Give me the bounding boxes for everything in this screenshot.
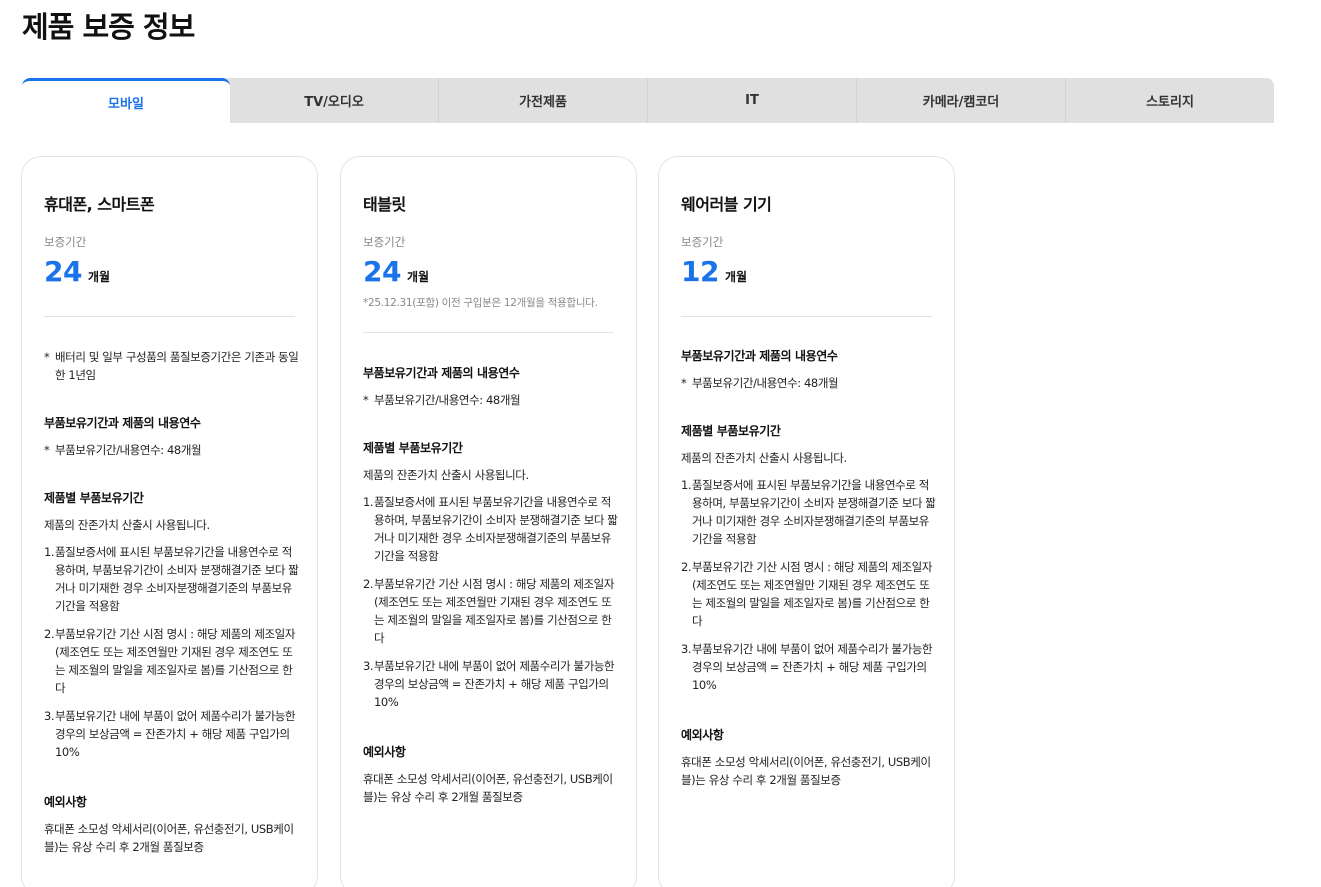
period-unit: 개월 (87, 270, 111, 284)
list-item: 1. 품질보증서에 표시된 부품보유기간을 내용연수로 적용하며, 부품보유기간이… (363, 495, 618, 563)
exception-title: 예외사항 (681, 728, 724, 742)
warranty-card-wearable: 웨어러블 기기 보증기간 12 개월 부품보유기간과 제품의 내용연수 부품보유… (658, 156, 955, 887)
period-value: 12 (681, 255, 719, 288)
tab-storage[interactable]: 스토리지 (1066, 78, 1274, 123)
rules-list: 1. 품질보증서에 표시된 부품보유기간을 내용연수로 적용하며, 부품보유기간이… (363, 493, 618, 711)
divider (681, 316, 932, 317)
residual-section-title: 제품별 부품보유기간 (363, 441, 463, 455)
card-body: 부품보유기간과 제품의 내용연수 부품보유기간/내용연수: 48개월 제품별 부… (363, 364, 618, 806)
list-item: 1. 품질보증서에 표시된 부품보유기간을 내용연수로 적용하며, 부품보유기간이… (44, 545, 299, 613)
divider (363, 332, 614, 333)
card-body: 부품보유기간과 제품의 내용연수 부품보유기간/내용연수: 48개월 제품별 부… (681, 347, 936, 789)
tab-mobile[interactable]: 모바일 (22, 78, 230, 123)
residual-desc: 제품의 잔존가치 산출시 사용됩니다. (44, 518, 210, 532)
period-unit: 개월 (724, 270, 748, 284)
page-title: 제품 보증 정보 (22, 10, 195, 44)
battery-note: 배터리 및 일부 구성품의 품질보증기간은 기존과 동일한 1년임 (44, 348, 299, 384)
exception-title: 예외사항 (363, 745, 406, 759)
warranty-period: 24 개월 (363, 255, 429, 288)
card-title: 휴대폰, 스마트폰 (44, 195, 155, 214)
period-label: 보증기간 (363, 235, 406, 249)
warranty-card-smartphone: 휴대폰, 스마트폰 보증기간 24 개월 배터리 및 일부 구성품의 품질보증기… (21, 156, 318, 887)
rules-list: 1. 품질보증서에 표시된 부품보유기간을 내용연수로 적용하며, 부품보유기간이… (681, 476, 936, 694)
parts-item: 부품보유기간/내용연수: 48개월 (44, 441, 299, 459)
exception-text: 휴대폰 소모성 악세서리(이어폰, 유선충전기, USB케이블)는 유상 수리 … (44, 822, 294, 854)
period-label: 보증기간 (44, 235, 87, 249)
list-item: 2. 부품보유기간 기산 시점 명시 : 해당 제품의 제조일자(제조연도 또는 … (44, 627, 296, 695)
list-item: 3. 부품보유기간 내에 부품이 없어 제품수리가 불가능한 경우의 보상금액 =… (681, 642, 933, 692)
exception-text: 휴대폰 소모성 악세서리(이어폰, 유선충전기, USB케이블)는 유상 수리 … (363, 772, 613, 804)
list-item: 3. 부품보유기간 내에 부품이 없어 제품수리가 불가능한 경우의 보상금액 =… (363, 659, 615, 709)
tab-tv-audio[interactable]: TV/오디오 (230, 78, 439, 123)
period-note: *25.12.31(포함) 이전 구입분은 12개월을 적용합니다. (363, 297, 598, 309)
tab-appliances[interactable]: 가전제품 (439, 78, 648, 123)
card-body: 배터리 및 일부 구성품의 품질보증기간은 기존과 동일한 1년임 부품보유기간… (44, 348, 299, 856)
rules-list: 1. 품질보증서에 표시된 부품보유기간을 내용연수로 적용하며, 부품보유기간이… (44, 543, 299, 761)
parts-section-title: 부품보유기간과 제품의 내용연수 (363, 366, 520, 380)
list-item: 1. 품질보증서에 표시된 부품보유기간을 내용연수로 적용하며, 부품보유기간이… (681, 478, 936, 546)
residual-desc: 제품의 잔존가치 산출시 사용됩니다. (363, 468, 529, 482)
exception-text: 휴대폰 소모성 악세서리(이어폰, 유선충전기, USB케이블)는 유상 수리 … (681, 755, 931, 787)
parts-section-title: 부품보유기간과 제품의 내용연수 (681, 349, 838, 363)
warranty-period: 24 개월 (44, 255, 110, 288)
warranty-period: 12 개월 (681, 255, 747, 288)
parts-item: 부품보유기간/내용연수: 48개월 (363, 391, 618, 409)
card-title: 태블릿 (363, 195, 406, 214)
period-label: 보증기간 (681, 235, 724, 249)
residual-desc: 제품의 잔존가치 산출시 사용됩니다. (681, 451, 847, 465)
residual-section-title: 제품별 부품보유기간 (44, 491, 144, 505)
period-unit: 개월 (406, 270, 430, 284)
period-value: 24 (363, 255, 401, 288)
category-tabs: 모바일 TV/오디오 가전제품 IT 카메라/캠코더 스토리지 (22, 78, 1274, 123)
parts-section-title: 부품보유기간과 제품의 내용연수 (44, 416, 201, 430)
list-item: 2. 부품보유기간 기산 시점 명시 : 해당 제품의 제조일자(제조연도 또는 … (681, 560, 933, 628)
list-item: 3. 부품보유기간 내에 부품이 없어 제품수리가 불가능한 경우의 보상금액 =… (44, 709, 296, 759)
warranty-card-tablet: 태블릿 보증기간 24 개월 *25.12.31(포함) 이전 구입분은 12개… (340, 156, 637, 887)
tab-it[interactable]: IT (648, 78, 857, 123)
divider (44, 316, 295, 317)
period-value: 24 (44, 255, 82, 288)
parts-item: 부품보유기간/내용연수: 48개월 (681, 374, 936, 392)
tab-camera-camcorder[interactable]: 카메라/캠코더 (857, 78, 1066, 123)
residual-section-title: 제품별 부품보유기간 (681, 424, 781, 438)
list-item: 2. 부품보유기간 기산 시점 명시 : 해당 제품의 제조일자(제조연도 또는 … (363, 577, 615, 645)
card-title: 웨어러블 기기 (681, 195, 772, 214)
exception-title: 예외사항 (44, 795, 87, 809)
